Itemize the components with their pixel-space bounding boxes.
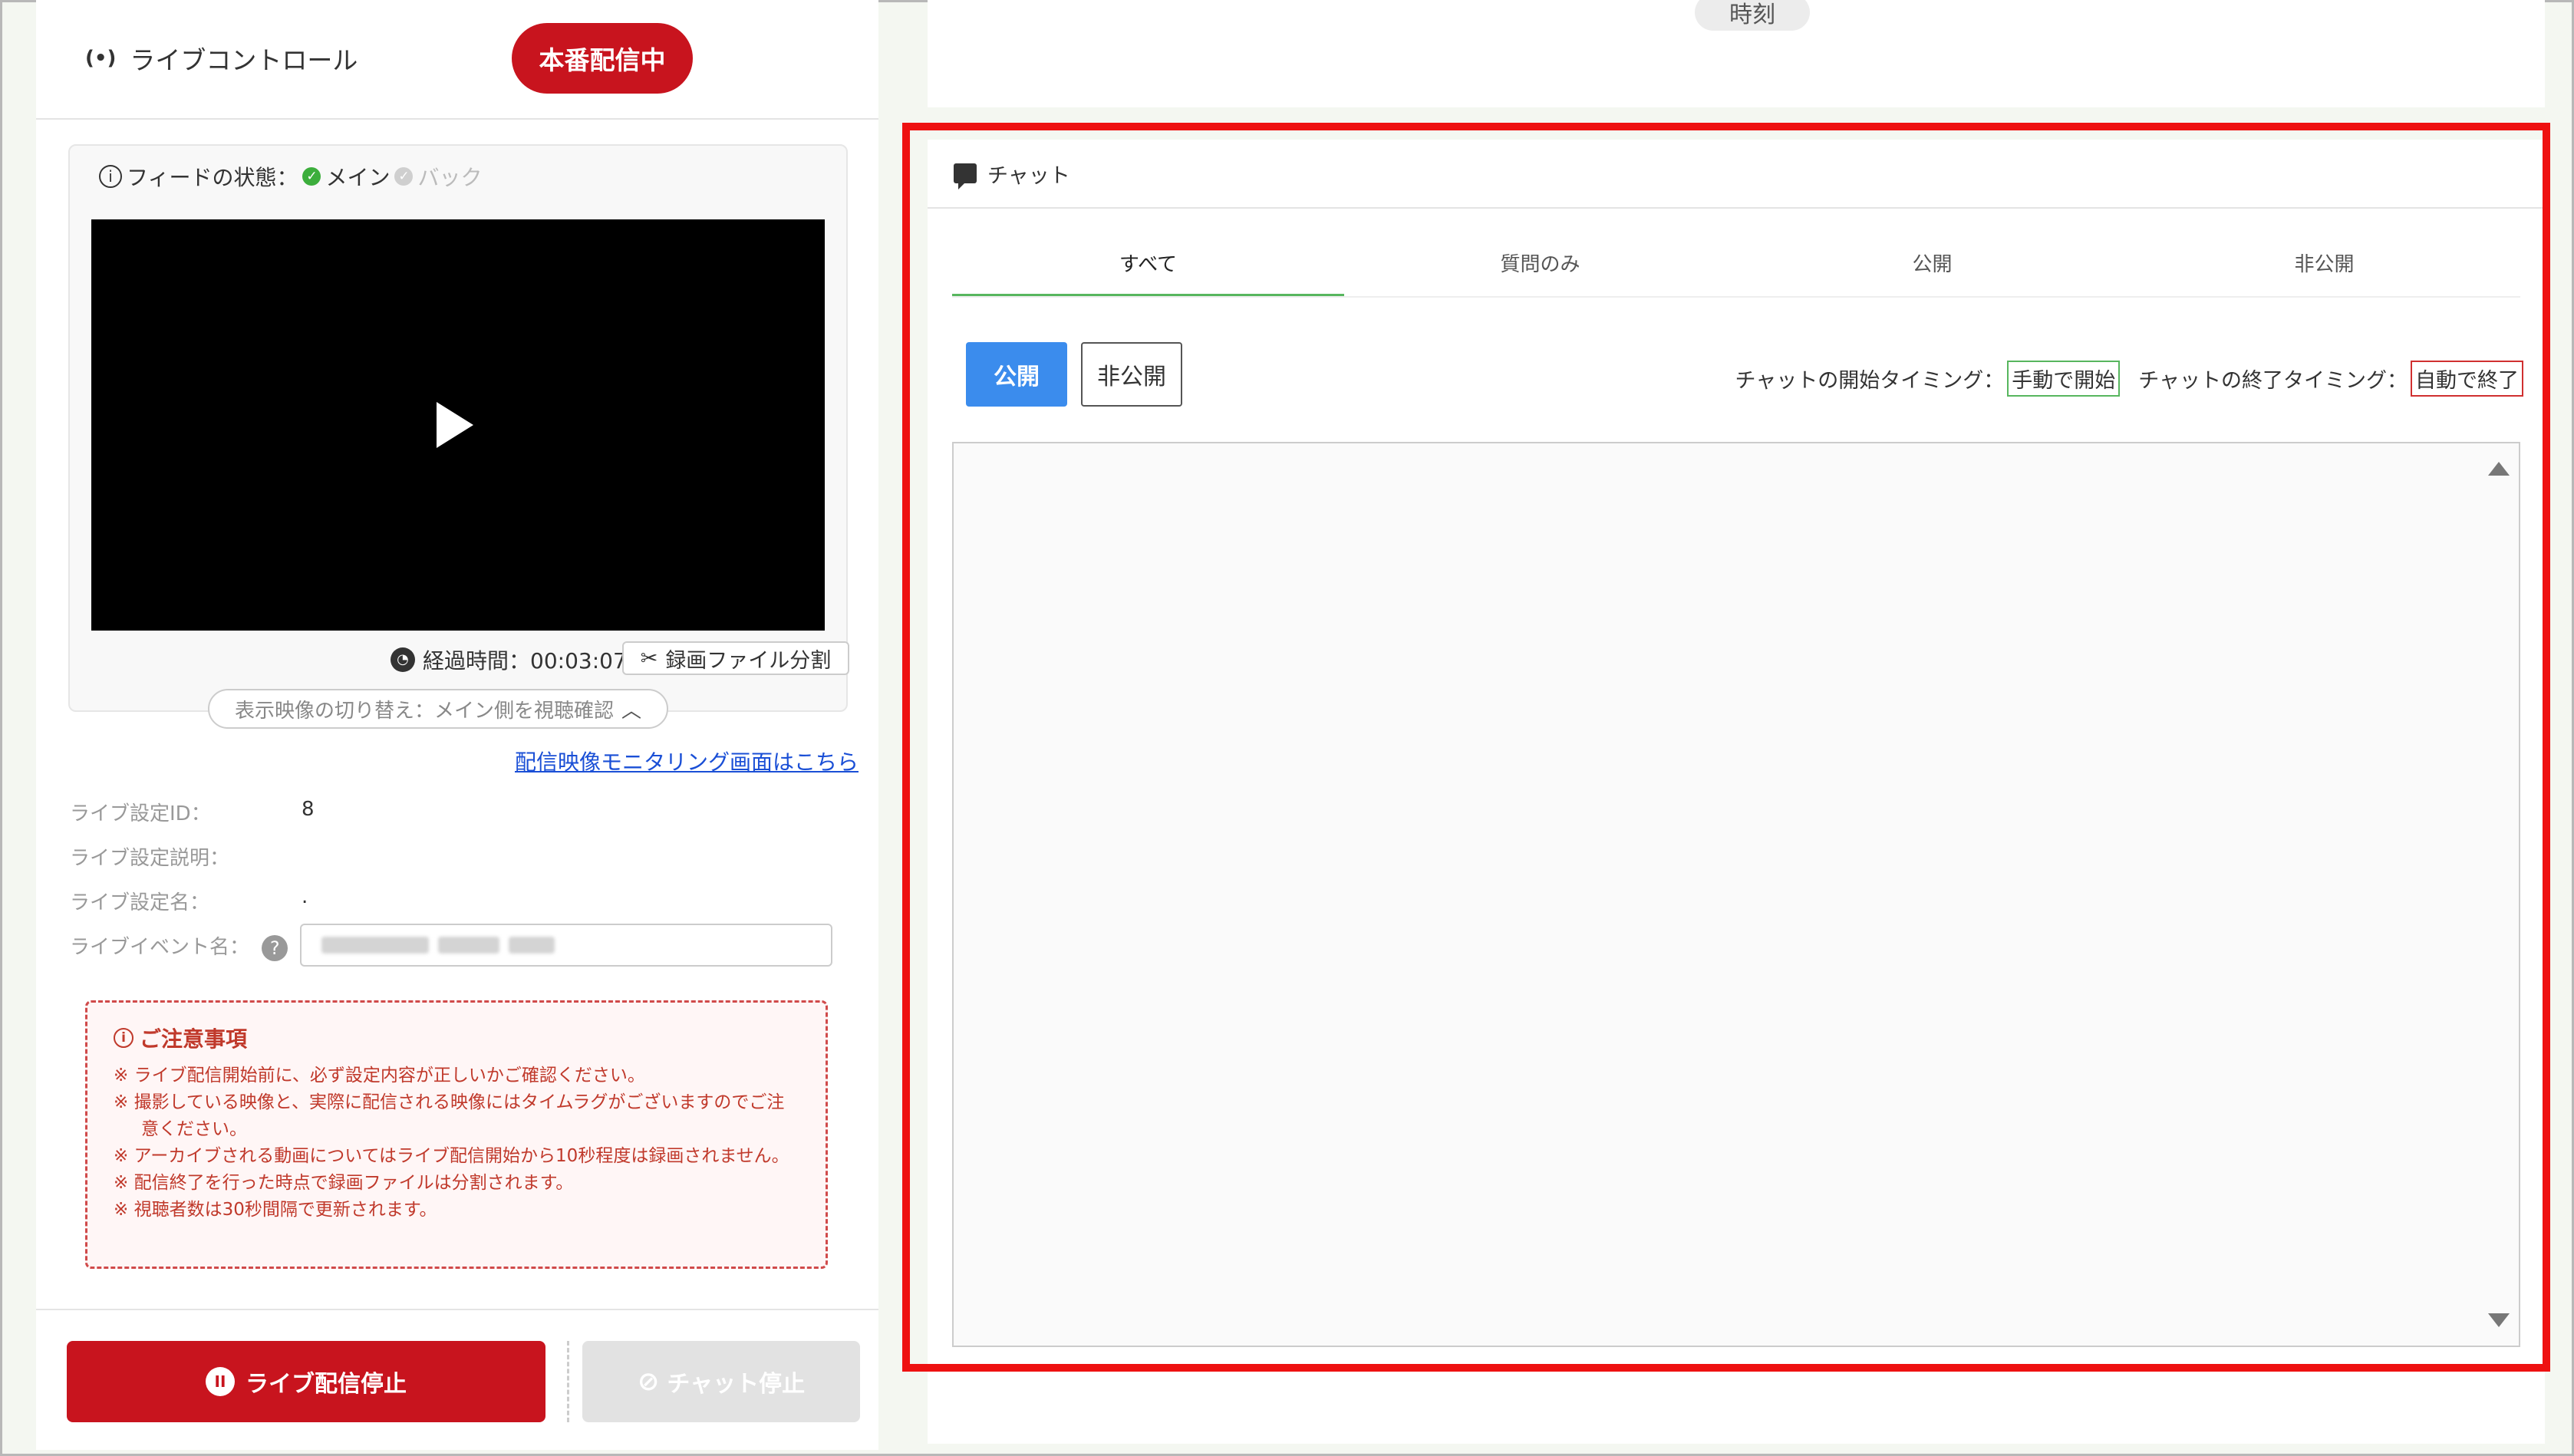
split-recording-label: 録画ファイル分割 (665, 648, 832, 673)
panel-title: (•) ライブコントロール (85, 40, 358, 77)
end-timing-label: チャットの終了タイミング： (2138, 369, 2408, 393)
notice-item: ※ アーカイブされる動画についてはライブ配信開始から10秒程度は録画されません。 (114, 1146, 789, 1166)
notice-item: ※ 撮影している映像と、実際に配信される映像にはタイムラグがございますのでご注意… (114, 1092, 785, 1139)
setting-desc-label: ライブ設定説明： (70, 847, 230, 870)
stop-live-label: ライブ配信停止 (246, 1371, 407, 1398)
chevron-up-icon: ︿ (621, 699, 642, 723)
info-icon: i (99, 165, 122, 188)
notice-title-text: ご注意事項 (140, 1026, 248, 1052)
setting-name-value: . (302, 885, 308, 908)
tab-public[interactable]: 公開 (1736, 232, 2128, 296)
time-label: 時刻 (1695, 0, 1810, 31)
end-timing-value: 自動で終了 (2411, 361, 2523, 397)
elapsed-time: ◔ 経過時間：00:03:07 (391, 644, 627, 675)
tab-questions[interactable]: 質問のみ (1344, 232, 1736, 296)
alert-icon: i (114, 1028, 133, 1048)
blurred-text (438, 937, 499, 954)
notice-box: i ご注意事項 ※ ライブ配信開始前に、必ず設定内容が正しいかご確認ください。 … (85, 1000, 828, 1269)
live-control-header: (•) ライブコントロール 本番配信中 (36, 0, 878, 120)
scissors-icon: ✂ (640, 646, 658, 670)
stop-live-button[interactable]: II ライブ配信停止 (67, 1341, 545, 1422)
notice-title: i ご注意事項 (114, 1023, 799, 1053)
broadcast-icon: (•) (85, 47, 117, 70)
blurred-text (509, 937, 555, 954)
help-icon[interactable]: ? (262, 934, 288, 961)
start-timing-label: チャットの開始タイミング： (1735, 369, 2005, 393)
chat-off-icon: ⊘ (637, 1366, 660, 1397)
chat-icon (954, 163, 977, 189)
notice-item: ※ ライブ配信開始前に、必ず設定内容が正しいかご確認ください。 (114, 1066, 645, 1085)
tab-private[interactable]: 非公開 (2128, 232, 2520, 296)
chat-messages-area[interactable] (952, 442, 2520, 1347)
stop-chat-button: ⊘ チャット停止 (582, 1341, 860, 1422)
back-check-icon: ✓ (394, 167, 414, 186)
notice-item: ※ 視聴者数は30秒間隔で更新されます。 (114, 1200, 437, 1220)
feed-box: i フィードの状態： ✓ メイン ✓ バック ◔ 経過時間：00:03:07 ✂… (68, 144, 849, 712)
stop-chat-label: チャット停止 (667, 1371, 806, 1398)
event-name-label-row: ライブイベント名： ? (70, 931, 288, 961)
video-player[interactable] (91, 219, 825, 631)
chat-timing: チャットの開始タイミング： 手動で開始 チャットの終了タイミング： 自動で終了 (1735, 361, 2523, 397)
feed-switch-label: 表示映像の切り替え：メイン側を視聴確認 (234, 699, 614, 723)
feed-switch-toggle[interactable]: 表示映像の切り替え：メイン側を視聴確認 ︿ (208, 689, 668, 729)
feed-status-label: フィードの状態： (127, 165, 298, 190)
event-name-input[interactable] (300, 924, 832, 967)
tab-all[interactable]: すべて (952, 232, 1344, 296)
public-button[interactable]: 公開 (966, 342, 1067, 407)
setting-name-label: ライブ設定名： (70, 891, 210, 914)
event-name-label: ライブイベント名： (70, 936, 250, 959)
chat-panel: チャット すべて 質問のみ 公開 非公開 公開 非公開 チャットの開始タイミング… (928, 140, 2545, 1444)
notice-item: ※ 配信終了を行った時点で録画ファイルは分割されます。 (114, 1173, 574, 1193)
chat-tabs: すべて 質問のみ 公開 非公開 (952, 232, 2520, 298)
chat-header-title: チャット (987, 163, 1070, 188)
blurred-text (321, 937, 429, 954)
scroll-up-icon[interactable] (2488, 462, 2510, 476)
chat-header: チャット (928, 140, 2545, 209)
feed-status: i フィードの状態： ✓ メイン ✓ バック (99, 161, 482, 192)
footer-divider (567, 1341, 569, 1422)
panel-title-text: ライブコントロール (130, 45, 358, 75)
setting-id-label: ライブ設定ID： (70, 802, 211, 825)
monitoring-link[interactable]: 配信映像モニタリング画面はこちら (515, 746, 859, 776)
pause-icon: II (206, 1367, 235, 1396)
time-card: 時刻 (928, 0, 2545, 107)
panel-footer: II ライブ配信停止 ⊘ チャット停止 (36, 1309, 878, 1450)
play-icon[interactable] (437, 402, 473, 448)
scroll-down-icon[interactable] (2488, 1313, 2510, 1327)
setting-id-value: 8 (302, 798, 315, 821)
main-check-icon: ✓ (302, 167, 321, 186)
elapsed-time-text: 経過時間：00:03:07 (423, 648, 627, 674)
private-button[interactable]: 非公開 (1081, 342, 1182, 407)
feed-main-label: メイン (325, 165, 391, 190)
clock-icon: ◔ (391, 647, 415, 672)
split-recording-button[interactable]: ✂ 録画ファイル分割 (622, 641, 849, 675)
start-timing-value: 手動で開始 (2007, 361, 2121, 397)
onair-badge: 本番配信中 (512, 23, 693, 94)
live-control-panel: (•) ライブコントロール 本番配信中 i フィードの状態： ✓ メイン ✓ バ… (36, 0, 878, 1450)
feed-back-label: バック (417, 165, 483, 190)
